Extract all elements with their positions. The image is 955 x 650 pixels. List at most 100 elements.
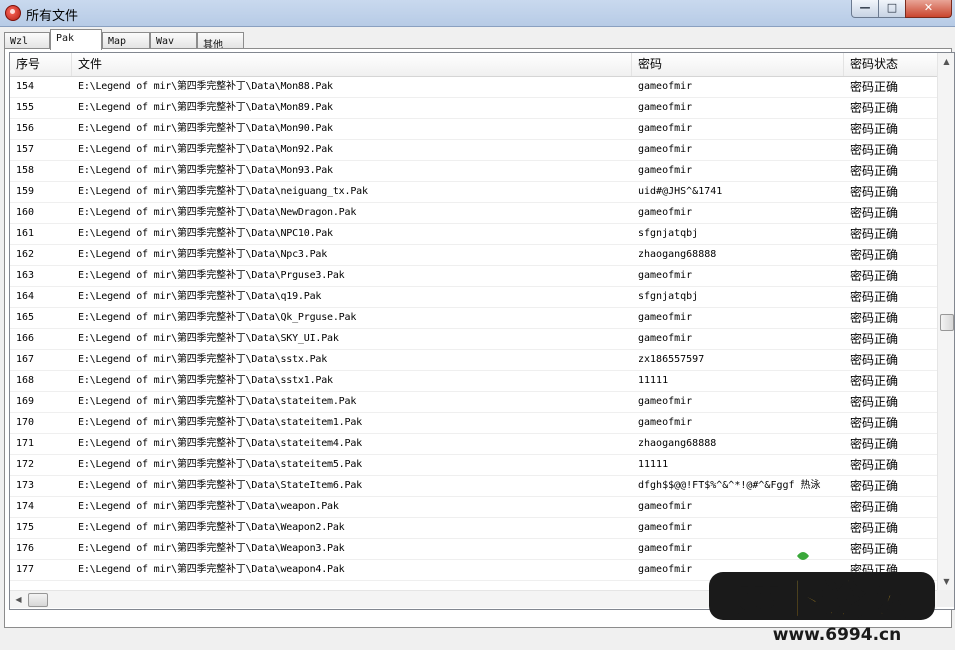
table-row[interactable]: 164 E:\Legend of mir\第四季完整补丁\Data\q19.Pak… (10, 287, 937, 308)
row-password-status: 密码正确 (850, 269, 899, 283)
row-password-status: 密码正确 (850, 164, 899, 178)
minimize-button[interactable]: — (851, 0, 879, 18)
row-file-path: E:\Legend of mir\第四季完整补丁\Data\sstx1.Pak (78, 375, 333, 386)
column-header-index[interactable]: 序号 (10, 53, 72, 76)
row-index: 172 (16, 459, 35, 470)
table-row[interactable]: 165 E:\Legend of mir\第四季完整补丁\Data\Qk_Prgu… (10, 308, 937, 329)
row-password-status: 密码正确 (850, 374, 899, 388)
row-index: 170 (16, 417, 35, 428)
tab-panel-pak: 序号 文件 密码 密码状态 154 E:\Legend of mir\第四季完整补… (4, 48, 955, 628)
row-index: 174 (16, 501, 35, 512)
vertical-scrollbar[interactable]: ▲ ▼ (937, 53, 954, 590)
row-password: zhaogang68888 (638, 249, 717, 260)
table-row[interactable]: 171 E:\Legend of mir\第四季完整补丁\Data\stateit… (10, 434, 937, 455)
table-row[interactable]: 172 E:\Legend of mir\第四季完整补丁\Data\stateit… (10, 455, 937, 476)
row-file-path: E:\Legend of mir\第四季完整补丁\Data\stateitem1… (78, 417, 362, 428)
row-password: gameofmir (638, 396, 693, 407)
row-password-status: 密码正确 (850, 143, 899, 157)
carrot-leaf-icon (797, 552, 809, 560)
tab-wzl[interactable]: Wzl (4, 32, 50, 49)
maximize-button[interactable]: □ (878, 0, 906, 18)
row-password: 11111 (638, 459, 669, 470)
row-password-status: 密码正确 (850, 353, 899, 367)
row-password-status: 密码正确 (850, 227, 899, 241)
scroll-up-icon[interactable]: ▲ (938, 53, 954, 70)
table-row[interactable]: 162 E:\Legend of mir\第四季完整补丁\Data\Npc3.Pa… (10, 245, 937, 266)
row-index: 169 (16, 396, 35, 407)
row-file-path: E:\Legend of mir\第四季完整补丁\Data\Mon92.Pak (78, 144, 333, 155)
column-header-status[interactable]: 密码状态 (844, 53, 937, 76)
close-button[interactable]: ✕ (905, 0, 952, 18)
row-password-status: 密码正确 (850, 311, 899, 325)
row-index: 173 (16, 480, 35, 491)
tab-pak[interactable]: Pak (50, 29, 102, 50)
table-row[interactable]: 157 E:\Legend of mir\第四季完整补丁\Data\Mon92.P… (10, 140, 937, 161)
row-file-path: E:\Legend of mir\第四季完整补丁\Data\stateitem4… (78, 438, 362, 449)
row-index: 171 (16, 438, 35, 449)
row-index: 163 (16, 270, 35, 281)
row-password: gameofmir (638, 102, 693, 113)
row-password-status: 密码正确 (850, 416, 899, 430)
row-password: dfgh$$@@!FT$%^&^*!@#^&Fggf 热泳 (638, 480, 821, 491)
row-password: 11111 (638, 375, 669, 386)
column-header-file[interactable]: 文件 (72, 53, 632, 76)
row-index: 158 (16, 165, 35, 176)
row-index: 168 (16, 375, 35, 386)
file-list[interactable]: 序号 文件 密码 密码状态 154 E:\Legend of mir\第四季完整补… (9, 52, 955, 610)
table-row[interactable]: 166 E:\Legend of mir\第四季完整补丁\Data\SKY_UI.… (10, 329, 937, 350)
tab-map[interactable]: Map (102, 32, 150, 49)
row-password-status: 密码正确 (850, 101, 899, 115)
row-file-path: E:\Legend of mir\第四季完整补丁\Data\q19.Pak (78, 291, 322, 302)
watermark-title: 萝卜论坛 (738, 575, 906, 624)
table-row[interactable]: 155 E:\Legend of mir\第四季完整补丁\Data\Mon89.P… (10, 98, 937, 119)
row-file-path: E:\Legend of mir\第四季完整补丁\Data\Mon88.Pak (78, 81, 333, 92)
table-row[interactable]: 161 E:\Legend of mir\第四季完整补丁\Data\NPC10.P… (10, 224, 937, 245)
table-row[interactable]: 167 E:\Legend of mir\第四季完整补丁\Data\sstx.Pa… (10, 350, 937, 371)
table-row[interactable]: 156 E:\Legend of mir\第四季完整补丁\Data\Mon90.P… (10, 119, 937, 140)
scroll-left-icon[interactable]: ◀ (10, 591, 27, 608)
table-row[interactable]: 174 E:\Legend of mir\第四季完整补丁\Data\weapon.… (10, 497, 937, 518)
row-password-status: 密码正确 (850, 122, 899, 136)
horizontal-scroll-thumb[interactable] (28, 593, 48, 607)
table-row[interactable]: 169 E:\Legend of mir\第四季完整补丁\Data\stateit… (10, 392, 937, 413)
tab-other[interactable]: 其他 (197, 32, 244, 51)
table-row[interactable]: 168 E:\Legend of mir\第四季完整补丁\Data\sstx1.P… (10, 371, 937, 392)
tab-wav[interactable]: Wav (150, 32, 197, 49)
row-password: zhaogang68888 (638, 438, 717, 449)
row-password: gameofmir (638, 417, 693, 428)
row-index: 177 (16, 564, 35, 575)
table-row[interactable]: 158 E:\Legend of mir\第四季完整补丁\Data\Mon93.P… (10, 161, 937, 182)
scroll-down-icon[interactable]: ▼ (938, 573, 954, 590)
row-password: gameofmir (638, 312, 693, 323)
table-row[interactable]: 154 E:\Legend of mir\第四季完整补丁\Data\Mon88.P… (10, 77, 937, 98)
table-row[interactable]: 163 E:\Legend of mir\第四季完整补丁\Data\Prguse3… (10, 266, 937, 287)
row-password-status: 密码正确 (850, 458, 899, 472)
maximize-icon: □ (886, 1, 898, 14)
watermark-url: www.6994.cn (773, 625, 901, 645)
row-password-status: 密码正确 (850, 332, 899, 346)
table-row[interactable]: 160 E:\Legend of mir\第四季完整补丁\Data\NewDrag… (10, 203, 937, 224)
row-file-path: E:\Legend of mir\第四季完整补丁\Data\Mon93.Pak (78, 165, 333, 176)
row-password-status: 密码正确 (850, 185, 899, 199)
title-bar[interactable]: 所有文件 — □ ✕ (0, 0, 955, 26)
row-index: 154 (16, 81, 35, 92)
row-password: gameofmir (638, 123, 693, 134)
vertical-scroll-thumb[interactable] (940, 314, 954, 331)
table-row[interactable]: 175 E:\Legend of mir\第四季完整补丁\Data\Weapon2… (10, 518, 937, 539)
row-index: 175 (16, 522, 35, 533)
column-header-password[interactable]: 密码 (632, 53, 844, 76)
row-password-status: 密码正确 (850, 248, 899, 262)
row-index: 160 (16, 207, 35, 218)
table-row[interactable]: 159 E:\Legend of mir\第四季完整补丁\Data\neiguan… (10, 182, 937, 203)
row-file-path: E:\Legend of mir\第四季完整补丁\Data\NewDragon.… (78, 207, 357, 218)
table-row[interactable]: 170 E:\Legend of mir\第四季完整补丁\Data\stateit… (10, 413, 937, 434)
row-password-status: 密码正确 (850, 80, 899, 94)
row-index: 165 (16, 312, 35, 323)
row-file-path: E:\Legend of mir\第四季完整补丁\Data\Npc3.Pak (78, 249, 328, 260)
row-index: 155 (16, 102, 35, 113)
table-row[interactable]: 173 E:\Legend of mir\第四季完整补丁\Data\StateIt… (10, 476, 937, 497)
row-file-path: E:\Legend of mir\第四季完整补丁\Data\Weapon3.Pa… (78, 543, 345, 554)
row-index: 159 (16, 186, 35, 197)
row-password: gameofmir (638, 333, 693, 344)
row-file-path: E:\Legend of mir\第四季完整补丁\Data\sstx.Pak (78, 354, 328, 365)
